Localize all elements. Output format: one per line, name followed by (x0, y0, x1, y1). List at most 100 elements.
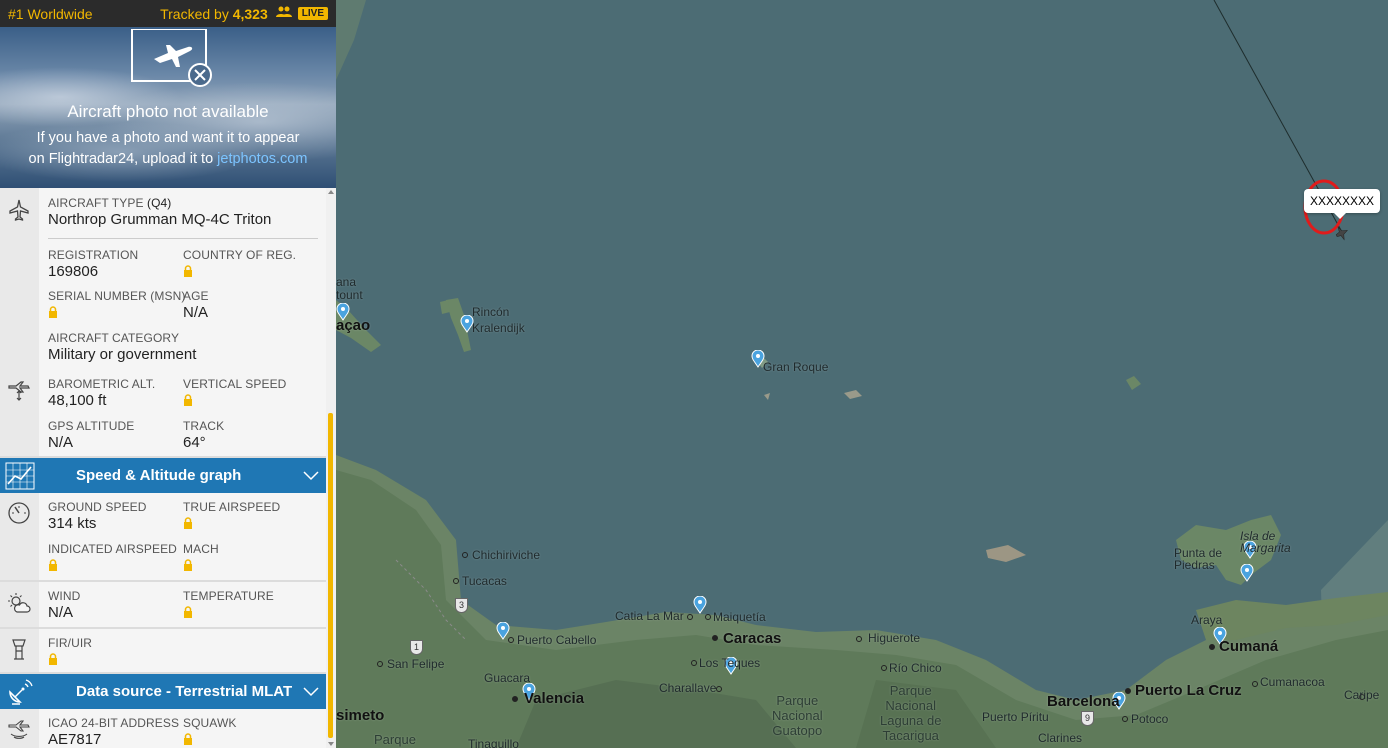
map-label-park-tacarigua: Parque Nacional Laguna de Tacarigua (880, 683, 942, 743)
map-label-caracas: Caracas (723, 630, 782, 647)
icao-address-field: ICAO 24-BIT ADDRESS AE7817 (48, 716, 180, 748)
city-dot (691, 660, 697, 666)
map-label-catia: Catia La Mar (615, 609, 684, 623)
aircraft-photo-area: Aircraft photo not available If you have… (0, 27, 336, 188)
fir-uir-field: FIR/UIR (48, 636, 92, 665)
map-label-araya: Araya (1191, 613, 1223, 627)
map-label-valencia: Valencia (524, 690, 585, 707)
city-dot (705, 614, 711, 620)
airplane-icon (9, 199, 29, 221)
scrollbar-thumb[interactable] (328, 413, 333, 738)
map-label-higuerote: Higuerote (868, 631, 921, 645)
app-root: ana tount açao Rincón Kralendijk Gran Ro… (0, 0, 1388, 748)
aircraft-type-field: AIRCRAFT TYPE (Q4) Northrop Grumman MQ-4… (48, 196, 272, 228)
map-label-caripe: Caripe (1344, 688, 1380, 702)
lock-icon (184, 733, 192, 745)
true-airspeed-field: TRUE AIRSPEED (183, 500, 280, 529)
lock-icon (49, 306, 57, 318)
category-field: AIRCRAFT CATEGORY Military or government (48, 331, 197, 363)
aircraft-type-value: Northrop Grumman MQ-4C Triton (48, 211, 272, 228)
rank-label: #1 Worldwide (8, 5, 93, 22)
map-label-simeto: simeto (336, 707, 385, 724)
map-label-park: Parque (374, 732, 416, 747)
registration-field: REGISTRATION 169806 (48, 248, 139, 280)
lock-icon (49, 559, 57, 571)
map-label-puerto-cabello: Puerto Cabello (517, 633, 597, 647)
city-dot (687, 614, 693, 620)
map-label-potoco: Potoco (1131, 712, 1169, 726)
map-label-clarines: Clarines (1038, 731, 1083, 745)
city-dot (1209, 644, 1215, 650)
map-label-rio-chico: Río Chico (889, 661, 942, 675)
map-terrain (336, 0, 1388, 748)
tracked-count: Tracked by 4,323 (160, 5, 268, 22)
details-scrollbar[interactable] (326, 188, 336, 748)
city-dot (716, 686, 722, 692)
map-label: ana (336, 275, 357, 289)
map-label-curacao: açao (336, 317, 371, 334)
control-tower-icon (12, 639, 26, 660)
map-label-park-guatopo: Parque Nacional Guatopo (772, 693, 823, 738)
map-label-guacara: Guacara (484, 671, 531, 685)
photo-help-line2: on Flightradar24, upload it to jetphotos… (28, 151, 308, 167)
speed-altitude-graph-toggle[interactable]: Speed & Altitude graph (0, 458, 326, 493)
road-shield: 1 (410, 640, 423, 655)
airport-pin-icon[interactable] (1240, 564, 1254, 582)
live-badge: LIVE (297, 7, 328, 20)
map-label-rincon: Rincón (472, 305, 510, 319)
details-scroll-area[interactable]: AIRCRAFT TYPE (Q4) Northrop Grumman MQ-4… (0, 188, 326, 748)
map-view[interactable]: ana tount açao Rincón Kralendijk Gran Ro… (336, 0, 1388, 748)
chevron-down-icon (296, 470, 326, 481)
city-dot (377, 661, 383, 667)
baro-alt-field: BAROMETRIC ALT. 48,100 ft (48, 377, 156, 409)
satellite-dish-icon (0, 674, 39, 709)
serial-field: SERIAL NUMBER (MSN) (48, 289, 185, 318)
photo-help-line1: If you have a photo and want it to appea… (36, 130, 300, 146)
road-shield: 9 (1081, 711, 1094, 726)
vertical-speed-field: VERTICAL SPEED (183, 377, 286, 406)
speed-section: GROUND SPEED 314 kts TRUE AIRSPEED INDIC… (0, 493, 326, 582)
lock-icon (184, 517, 192, 529)
map-label-puerto-la-cruz: Puerto La Cruz (1135, 682, 1242, 699)
aircraft-callsign-label[interactable]: XXXXXXXX (1304, 189, 1380, 219)
mach-field: MACH (183, 542, 219, 571)
city-dot (453, 578, 459, 584)
squawk-field: SQUAWK (183, 716, 237, 745)
photo-unavailable-title: Aircraft photo not available (67, 102, 269, 121)
weather-icon (8, 593, 31, 613)
graph-icon (0, 458, 39, 493)
altitude-icon (8, 381, 30, 401)
city-dot (1252, 681, 1258, 687)
data-source-toggle[interactable]: Data source - Terrestrial MLAT (0, 674, 326, 709)
scroll-up-icon[interactable] (328, 190, 334, 194)
jetphotos-link[interactable]: jetphotos.com (217, 151, 307, 167)
city-dot (1122, 716, 1128, 722)
city-dot (508, 637, 514, 643)
map-label-san-felipe: San Felipe (387, 657, 445, 671)
road-shield: 3 (455, 598, 468, 613)
map-label-barcelona: Barcelona (1047, 693, 1120, 710)
lock-icon (184, 606, 192, 618)
city-dot (512, 696, 518, 702)
fir-section: FIR/UIR (0, 629, 326, 674)
indicated-airspeed-field: INDICATED AIRSPEED (48, 542, 177, 571)
lock-icon (49, 653, 57, 665)
map-label-cumana: Cumaná (1219, 638, 1279, 655)
city-dot (881, 665, 887, 671)
map-label-tinaquillo: Tinaquillo (468, 737, 519, 748)
map-label-kralendijk: Kralendijk (472, 321, 525, 335)
city-dot (1125, 688, 1131, 694)
flight-info-panel: #1 Worldwide Tracked by 4,323 LIVE Aircr… (0, 0, 336, 748)
city-dot (856, 636, 862, 642)
people-icon (275, 6, 292, 21)
airport-pin-icon[interactable] (693, 596, 707, 614)
lock-icon (184, 559, 192, 571)
map-label-puerto-piritu: Puerto Píritu (982, 710, 1049, 724)
temperature-field: TEMPERATURE (183, 589, 274, 618)
map-label-cumanacoa: Cumanacoa (1260, 675, 1325, 689)
scroll-down-icon[interactable] (328, 742, 334, 746)
map-label: tount (336, 288, 363, 302)
map-label-isla-margarita: Isla de Margarita (1240, 529, 1291, 555)
ident-section: ICAO 24-BIT ADDRESS AE7817 SQUAWK (0, 709, 326, 748)
speed-altitude-graph-label: Speed & Altitude graph (76, 467, 242, 484)
